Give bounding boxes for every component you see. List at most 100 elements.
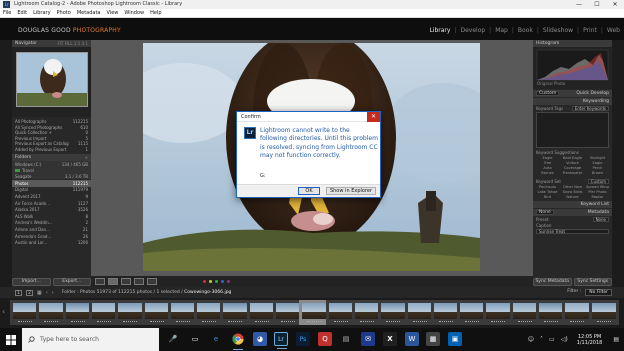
module-web[interactable]: Web (607, 27, 620, 34)
primary-window-button[interactable]: 1 (15, 289, 22, 296)
survey-view-button[interactable] (134, 278, 144, 285)
forward-arrow-icon[interactable]: › (52, 290, 54, 296)
network-icon[interactable]: ▭ (549, 336, 555, 343)
folder-item[interactable]: Armenda's Grad... 26 (12, 233, 91, 240)
word-icon[interactable]: W (405, 332, 419, 346)
outlook-icon[interactable]: ✉ (361, 332, 375, 346)
metadata-preset-select[interactable]: None (536, 210, 554, 215)
histogram[interactable]: Original Photo (533, 47, 612, 89)
menu-file[interactable]: File (3, 10, 11, 16)
blue-label-icon[interactable] (221, 280, 224, 283)
metadata-caption-field[interactable]: Sunrise Treat (536, 228, 609, 234)
keyword-set-word[interactable]: Nature (561, 195, 584, 199)
yellow-label-icon[interactable] (209, 280, 212, 283)
catalog-item[interactable]: Added by Previous Export 1 (15, 147, 88, 153)
keyword-suggestion[interactable]: Eagle (536, 156, 559, 160)
action-center-icon[interactable]: ▤ (613, 336, 619, 343)
navigator-thumbnail[interactable] (16, 52, 88, 107)
people-icon[interactable]: ☺ (528, 336, 534, 343)
sync-metadata-button[interactable]: Sync Metadata (533, 278, 572, 286)
sync-settings-button[interactable]: Sync Settings (573, 278, 612, 286)
ok-button[interactable]: OK (298, 187, 320, 195)
grid-icon[interactable]: ▦ (37, 290, 42, 296)
microphone-icon[interactable]: 🎤 (166, 332, 180, 346)
loupe-view-button[interactable] (108, 278, 118, 285)
chrome-icon[interactable] (231, 332, 245, 350)
purple-label-icon[interactable] (227, 280, 230, 283)
folder-item[interactable]: Digital 111979 (12, 187, 91, 194)
keyword-set-word[interactable]: Snow Birds (561, 190, 584, 194)
keyword-set-word[interactable]: Peninsula (536, 185, 559, 189)
edge-icon[interactable]: e (209, 332, 223, 346)
navigator-preview[interactable] (12, 47, 91, 117)
keyword-set-word[interactable]: Lake Tahoe (536, 190, 559, 194)
keyword-list-header[interactable]: Keyword List (533, 201, 612, 208)
keyword-suggestion[interactable]: Starlight (586, 156, 609, 160)
filmstrip-scroll-left-icon[interactable]: ‹ (2, 307, 5, 316)
navigator-header[interactable]: Navigator FIT FILL 1:1 3:1 (12, 40, 91, 47)
compare-view-button[interactable] (121, 278, 131, 285)
module-develop[interactable]: Develop (460, 27, 485, 34)
menu-view[interactable]: View (107, 10, 119, 16)
photos-app-icon[interactable]: ▣ (448, 332, 462, 346)
keyword-suggestion[interactable]: Brown (586, 171, 609, 175)
filter-select[interactable]: No Filter (585, 289, 612, 296)
folder-item[interactable]: Air Force Acade... 1127 (12, 200, 91, 207)
task-view-icon[interactable]: ▭ (188, 332, 202, 346)
volume-icon[interactable]: ◁) (561, 336, 568, 343)
people-view-button[interactable] (147, 278, 157, 285)
module-slideshow[interactable]: Slideshow (543, 27, 573, 34)
folder-item[interactable]: Photos 112215 (12, 180, 91, 187)
filmstrip[interactable]: ‹ › (0, 298, 624, 328)
keyword-suggestion[interactable]: Auto (536, 166, 559, 170)
menu-metadata[interactable]: Metadata (77, 10, 101, 16)
secondary-window-button[interactable]: 2 (26, 289, 33, 296)
folder-item[interactable]: Andrea's Weddin... 2 (12, 220, 91, 227)
keyword-set-word[interactable]: Spread Wings (586, 185, 609, 189)
saved-preset-select[interactable]: Custom (536, 91, 560, 96)
folder-item[interactable]: Advent 2017 9 (12, 193, 91, 200)
navigator-zoom-options[interactable]: FIT FILL 1:1 3:1 (57, 41, 88, 46)
keyword-set-select[interactable]: Custom (587, 178, 609, 184)
folder-item[interactable]: Arlene and Dan... 21 (12, 226, 91, 233)
keyword-suggestion[interactable]: Vulture (561, 161, 584, 165)
green-label-icon[interactable] (215, 280, 218, 283)
folders-header[interactable]: Folders + (12, 154, 91, 161)
show-in-explorer-button[interactable]: Show in Explorer (326, 187, 376, 195)
menu-library[interactable]: Library (33, 10, 50, 16)
quicken-icon[interactable]: Q (318, 332, 332, 346)
keyword-suggestion[interactable]: Barnes (536, 171, 559, 175)
show-hidden-icons-icon[interactable]: ˄ (540, 336, 543, 343)
window-close-button[interactable]: ✕ (606, 0, 624, 9)
menu-edit[interactable]: Edit (17, 10, 27, 16)
filmstrip-source[interactable]: Folder : Photos 51973 of 112215 photos /… (62, 290, 232, 295)
dialog-titlebar[interactable]: Confirm ✕ (237, 112, 380, 122)
taskbar-clock[interactable]: 12:05 PM 1/11/2018 (577, 334, 603, 346)
keyword-suggestion[interactable]: Eagle (586, 161, 609, 165)
minimize-button[interactable]: — (570, 0, 588, 9)
import-button[interactable]: Import... (12, 278, 51, 286)
keyword-set-word[interactable]: Raptor (586, 195, 609, 199)
folder-item[interactable]: Austin and Lor... 1206 (12, 239, 91, 246)
folder-item[interactable]: Alaska 2017 3526 (12, 206, 91, 213)
back-arrow-icon[interactable]: ‹ (46, 290, 48, 296)
taskbar-search[interactable]: Type here to search (22, 328, 159, 351)
file-explorer-icon[interactable]: ▤ (339, 332, 353, 346)
catalog-item[interactable]: Previous Export as Catalog 1115 (15, 141, 88, 147)
menu-window[interactable]: Window (124, 10, 144, 16)
folder-item[interactable]: ALS Walk 8 (12, 213, 91, 220)
keyword-suggestion[interactable]: Coverage (561, 166, 584, 170)
add-folder-icon[interactable]: + (85, 155, 88, 160)
module-book[interactable]: Book (518, 27, 533, 34)
grid-view-button[interactable] (95, 278, 105, 285)
quick-develop-header[interactable]: Custom Quick Develop (533, 90, 612, 97)
keyword-suggestion[interactable]: Freshwater (561, 171, 584, 175)
calculator-icon[interactable]: ▦ (426, 332, 440, 346)
lightroom-taskbar-icon[interactable]: Lr (274, 332, 288, 349)
keyword-tags-textarea[interactable] (536, 112, 609, 148)
metadata-preset-value[interactable]: None (592, 216, 609, 222)
keyword-suggestion[interactable]: Bald Eagle (561, 156, 584, 160)
histogram-header[interactable]: Histogram (533, 40, 612, 47)
module-print[interactable]: Print (583, 27, 597, 34)
dialog-close-button[interactable]: ✕ (367, 112, 380, 122)
